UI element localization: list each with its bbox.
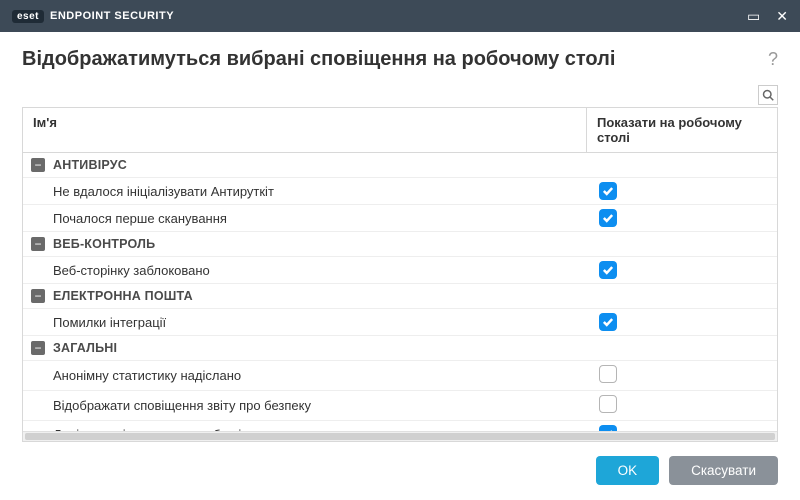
item-label: Відображати сповіщення звіту про безпеку	[31, 398, 579, 413]
group-row[interactable]: −ВЕБ-КОНТРОЛЬ	[23, 232, 777, 257]
item-row: Помилки інтеграції	[23, 309, 777, 336]
horizontal-scrollbar[interactable]	[23, 431, 777, 441]
search-icon[interactable]	[758, 85, 778, 105]
group-row[interactable]: −ЕЛЕКТРОННА ПОШТА	[23, 284, 777, 309]
collapse-icon[interactable]: −	[31, 341, 45, 355]
app-logo: eset ENDPOINT SECURITY	[12, 10, 174, 23]
item-label: Помилки інтеграції	[31, 315, 579, 330]
item-label: Веб-сторінку заблоковано	[31, 263, 579, 278]
item-label: Анонімну статистику надіслано	[31, 368, 579, 383]
item-row: Анонімну статистику надіслано	[23, 361, 777, 391]
item-row: Дані не надіслано до служби підтримки	[23, 421, 777, 431]
product-name: ENDPOINT SECURITY	[50, 10, 174, 22]
ok-button[interactable]: OK	[596, 456, 660, 485]
item-label: Почалося перше сканування	[31, 211, 579, 226]
table-body[interactable]: −АНТИВІРУСНе вдалося ініціалізувати Анти…	[23, 153, 777, 431]
item-row: Веб-сторінку заблоковано	[23, 257, 777, 284]
column-name[interactable]: Ім'я	[23, 108, 587, 152]
group-row[interactable]: −АНТИВІРУС	[23, 153, 777, 178]
titlebar: eset ENDPOINT SECURITY ▭ ✕	[0, 0, 800, 32]
show-checkbox[interactable]	[599, 365, 617, 383]
group-label: АНТИВІРУС	[53, 158, 127, 172]
show-checkbox[interactable]	[599, 313, 617, 331]
cancel-button[interactable]: Скасувати	[669, 456, 778, 485]
show-checkbox[interactable]	[599, 395, 617, 413]
show-checkbox[interactable]	[599, 182, 617, 200]
page-title: Відображатимуться вибрані сповіщення на …	[22, 48, 615, 71]
minimize-icon[interactable]: ▭	[747, 8, 760, 25]
brand-badge: eset	[12, 10, 44, 23]
group-label: ВЕБ-КОНТРОЛЬ	[53, 237, 155, 251]
item-row: Почалося перше сканування	[23, 205, 777, 232]
group-label: ЗАГАЛЬНІ	[53, 341, 117, 355]
collapse-icon[interactable]: −	[31, 158, 45, 172]
table-header: Ім'я Показати на робочому столі	[23, 108, 777, 153]
scrollbar-thumb[interactable]	[25, 433, 775, 440]
help-icon[interactable]: ?	[768, 49, 778, 70]
show-checkbox[interactable]	[599, 261, 617, 279]
close-icon[interactable]: ✕	[776, 8, 788, 25]
group-row[interactable]: −ЗАГАЛЬНІ	[23, 336, 777, 361]
item-row: Не вдалося ініціалізувати Антируткіт	[23, 178, 777, 205]
show-checkbox[interactable]	[599, 209, 617, 227]
column-show[interactable]: Показати на робочому столі	[587, 108, 777, 152]
collapse-icon[interactable]: −	[31, 289, 45, 303]
item-label: Не вдалося ініціалізувати Антируткіт	[31, 184, 579, 199]
collapse-icon[interactable]: −	[31, 237, 45, 251]
group-label: ЕЛЕКТРОННА ПОШТА	[53, 289, 193, 303]
item-row: Відображати сповіщення звіту про безпеку	[23, 391, 777, 421]
notifications-table: Ім'я Показати на робочому столі −АНТИВІР…	[22, 107, 778, 442]
dialog-footer: OK Скасувати	[0, 442, 800, 485]
page-header: Відображатимуться вибрані сповіщення на …	[0, 32, 800, 85]
